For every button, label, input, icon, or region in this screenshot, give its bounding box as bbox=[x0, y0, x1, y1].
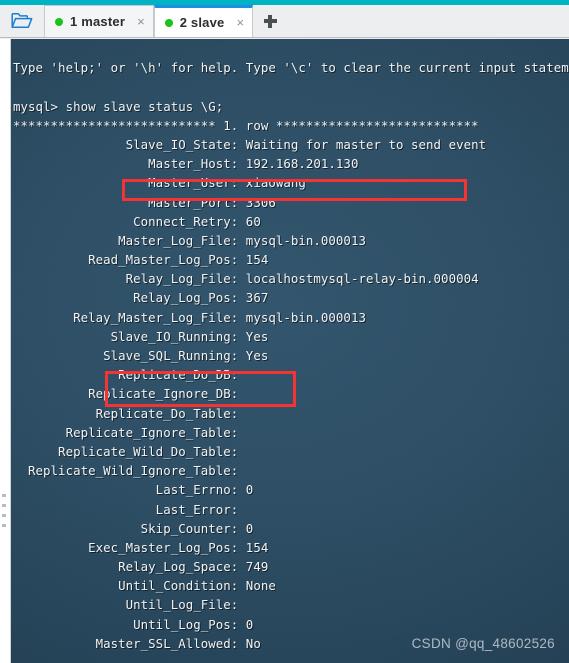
terminal-line: Until_Log_File: bbox=[13, 597, 239, 613]
terminal-line: Slave_IO_State: Waiting for master to se… bbox=[13, 136, 487, 152]
terminal-line: Skip_Counter: 0 bbox=[13, 520, 254, 536]
folder-open-icon bbox=[11, 12, 33, 30]
folder-open-button[interactable] bbox=[0, 5, 44, 37]
terminal-line: Replicate_Wild_Ignore_Table: bbox=[13, 463, 239, 479]
terminal-line: *************************** 1. row *****… bbox=[13, 117, 479, 133]
terminal-line: Slave_SQL_Running: Yes bbox=[13, 348, 269, 363]
scroll-marker bbox=[2, 494, 6, 497]
terminal-window: 1 master × 2 slave × Type 'help;' or '\h… bbox=[0, 0, 569, 663]
terminal-line: Master_User: xiaowang bbox=[13, 175, 306, 191]
terminal-line: Connect_Retry: 60 bbox=[13, 213, 261, 229]
tab-status-dot-icon bbox=[55, 17, 63, 26]
plus-icon bbox=[263, 14, 277, 28]
scroll-marker bbox=[2, 504, 6, 507]
terminal-line: Until_Condition: None bbox=[13, 578, 276, 594]
terminal-line: Relay_Master_Log_File: mysql-bin.000013 bbox=[13, 309, 366, 325]
tab-2-slave[interactable]: 2 slave × bbox=[153, 5, 254, 37]
terminal-line: Replicate_Wild_Do_Table: bbox=[13, 443, 239, 459]
terminal-line: Until_Log_Pos: 0 bbox=[13, 616, 254, 632]
terminal-line: Master_Log_File: mysql-bin.000013 bbox=[13, 232, 366, 248]
terminal-output-pane[interactable]: Type 'help;' or '\h' for help. Type '\c'… bbox=[0, 39, 569, 663]
terminal-text: Type 'help;' or '\h' for help. Type '\c'… bbox=[13, 39, 569, 653]
terminal-line: Last_Error: bbox=[13, 501, 239, 517]
terminal-line: mysql> show slave status \G; bbox=[13, 98, 224, 114]
tab-bar: 1 master × 2 slave × bbox=[0, 5, 569, 38]
terminal-line: Slave_IO_Running: Yes bbox=[13, 328, 269, 344]
tab-close-icon[interactable]: × bbox=[236, 16, 244, 29]
terminal-line: Replicate_Do_Table: bbox=[13, 405, 239, 421]
tab-label: 2 slave bbox=[179, 15, 225, 30]
terminal-line: Relay_Log_File: localhostmysql-relay-bin… bbox=[13, 271, 479, 287]
terminal-line: Last_Errno: 0 bbox=[13, 482, 254, 498]
terminal-line: Type 'help;' or '\h' for help. Type '\c'… bbox=[13, 60, 569, 76]
new-tab-button[interactable] bbox=[253, 5, 287, 37]
scroll-marker bbox=[2, 514, 6, 517]
terminal-line: Master_Port: 3306 bbox=[13, 194, 276, 210]
csdn-watermark: CSDN @qq_48602526 bbox=[411, 636, 555, 651]
terminal-line: Exec_Master_Log_Pos: 154 bbox=[13, 539, 269, 555]
terminal-line: Master_Host: 192.168.201.130 bbox=[13, 156, 359, 172]
scroll-marker bbox=[2, 524, 6, 527]
terminal-line: Replicate_Do_DB: bbox=[13, 367, 239, 383]
scroll-marker-group bbox=[2, 494, 9, 534]
terminal-line: Read_Master_Log_Pos: 154 bbox=[13, 252, 269, 268]
tab-1-master[interactable]: 1 master × bbox=[44, 5, 154, 37]
tab-close-icon[interactable]: × bbox=[137, 15, 145, 28]
terminal-line: Replicate_Ignore_Table: bbox=[13, 424, 239, 440]
terminal-line: Relay_Log_Space: 749 bbox=[13, 559, 269, 575]
terminal-line: Relay_Log_Pos: 367 bbox=[13, 290, 269, 306]
terminal-scroll-gutter[interactable] bbox=[0, 39, 11, 663]
tab-label: 1 master bbox=[70, 14, 126, 29]
tab-status-dot-icon bbox=[164, 18, 173, 27]
terminal-line: Replicate_Ignore_DB: bbox=[13, 386, 239, 402]
